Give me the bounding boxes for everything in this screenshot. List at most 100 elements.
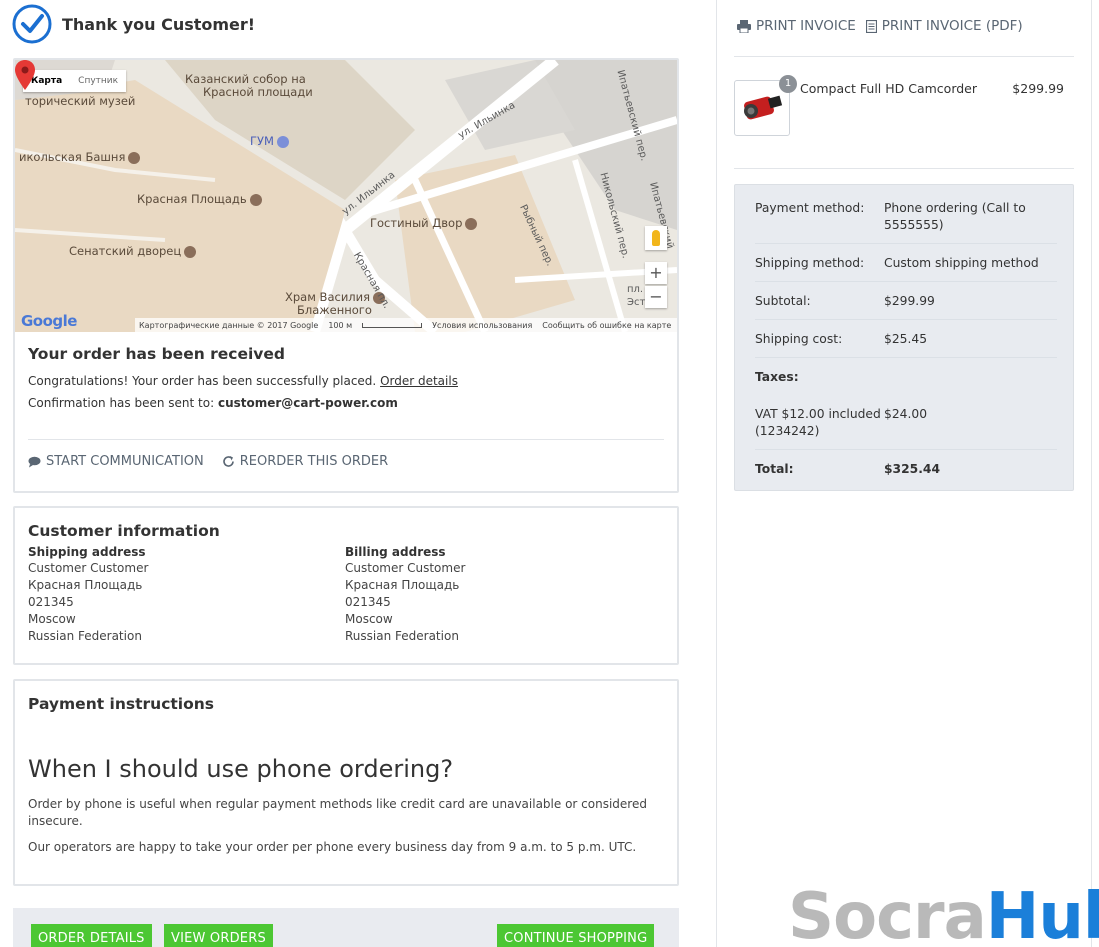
payment-paragraph-2: Our operators are happy to take your ord…: [28, 840, 637, 854]
summary-label: Subtotal:: [755, 294, 811, 308]
page-title: Thank you Customer!: [62, 14, 256, 34]
map-label-gum: ГУМ: [250, 134, 289, 148]
start-communication-button[interactable]: START COMMUNICATION: [28, 454, 204, 469]
billing-name: Customer Customer: [345, 561, 466, 575]
billing-address: Billing address Customer Customer Красна…: [345, 545, 662, 645]
billing-street: Красная Площадь: [345, 578, 460, 592]
divider: [755, 319, 1057, 320]
map-data-credit: Картографические данные © 2017 Google: [139, 320, 319, 330]
google-logo: Google: [21, 312, 77, 330]
summary-value: $25.45: [884, 332, 928, 346]
bottom-button-bar: ORDER DETAILS VIEW ORDERS CONTINUE SHOPP…: [13, 908, 679, 947]
payment-paragraph-1: Order by phone is useful when regular pa…: [28, 797, 647, 828]
summary-payment-row: Payment method: Phone ordering (Call to …: [755, 200, 1057, 234]
map-type-switch: Карта Спутник: [23, 70, 127, 92]
zoom-in-button[interactable]: +: [645, 262, 667, 284]
divider: [734, 56, 1074, 57]
map-pin-icon[interactable]: [15, 60, 35, 90]
map-type-satellite[interactable]: Спутник: [70, 70, 126, 92]
map-report-link[interactable]: Сообщить об ошибке на карте: [542, 321, 671, 330]
payment-title: Payment instructions: [28, 695, 215, 713]
order-details-link[interactable]: Order details: [380, 374, 458, 388]
order-received-title: Your order has been received: [28, 345, 286, 363]
summary-label: Payment method:: [755, 201, 865, 215]
thanks-header: Thank you Customer!: [12, 4, 255, 44]
order-details-button[interactable]: ORDER DETAILS: [31, 924, 152, 947]
map-terms-link[interactable]: Условия использования: [432, 321, 532, 330]
order-card: Карта Спутник Казанский собор на Красной…: [13, 58, 679, 493]
sidebar: PRINT INVOICE PRINT INVOICE (PDF) 1 Comp…: [716, 0, 1092, 947]
billing-address-title: Billing address: [345, 545, 446, 559]
street-view-icon[interactable]: [645, 226, 667, 250]
shipping-city: Moscow: [28, 612, 76, 626]
confirmation-email: customer@cart-power.com: [217, 396, 398, 410]
map-label-vasily: Храм Василия: [285, 290, 386, 304]
map[interactable]: Карта Спутник Казанский собор на Красной…: [15, 60, 677, 332]
payment-card: Payment instructions When I should use p…: [13, 679, 679, 886]
summary-total-value: $325.44: [884, 462, 941, 476]
shipping-address-title: Shipping address: [28, 545, 146, 559]
divider: [755, 449, 1057, 450]
product-price: $299.99: [1012, 81, 1064, 96]
landmark-icon: [249, 193, 262, 206]
summary-value: Custom shipping method: [884, 256, 1039, 270]
customer-title: Customer information: [28, 522, 220, 540]
summary-total-row: Total: $325.44: [755, 461, 1057, 478]
shipping-name: Customer Customer: [28, 561, 149, 575]
document-icon: [865, 19, 877, 33]
divider: [755, 243, 1057, 244]
shipping-address: Shipping address Customer Customer Красн…: [28, 545, 345, 645]
reorder-button[interactable]: REORDER THIS ORDER: [222, 454, 388, 469]
product-item: 1 Compact Full HD Camcorder $299.99: [734, 75, 1074, 136]
map-label-senate: Сенатский дворец: [69, 244, 197, 258]
print-invoice-pdf-button[interactable]: PRINT INVOICE (PDF): [865, 18, 1023, 34]
map-label-gostiny: Гостиный Двор: [370, 216, 478, 230]
chat-icon: [28, 456, 41, 467]
customer-card: Customer information Shipping address Cu…: [13, 506, 679, 665]
map-label-est: Эст: [627, 297, 646, 308]
congrats-text: Congratulations! Your order has been suc…: [28, 374, 458, 388]
summary-taxes-row: Taxes:: [755, 369, 1057, 386]
confirmation-text: Confirmation has been sent to: customer@…: [28, 396, 398, 410]
continue-shopping-button[interactable]: CONTINUE SHOPPING: [497, 924, 655, 947]
divider: [755, 281, 1057, 282]
quantity-badge: 1: [779, 75, 797, 93]
map-label-square: Красная Площадь: [137, 192, 262, 206]
payment-heading: When I should use phone ordering?: [28, 755, 454, 783]
main-column: Thank you Customer! Карта Спутник Казанс…: [0, 0, 690, 947]
map-label-kazan: Казанский собор на: [185, 72, 306, 86]
product-name[interactable]: Compact Full HD Camcorder: [800, 81, 977, 96]
order-actions: START COMMUNICATION REORDER THIS ORDER: [28, 454, 388, 469]
refresh-icon: [222, 456, 234, 467]
summary-value: Phone ordering (Call to 5555555): [884, 201, 1026, 232]
summary-label: VAT $12.00 included (1234242): [755, 407, 881, 438]
landmark-icon: [128, 151, 141, 164]
summary-label: Taxes:: [755, 370, 799, 384]
printer-icon: [737, 19, 751, 33]
summary-value: $299.99: [884, 294, 935, 308]
zoom-out-button[interactable]: −: [645, 286, 667, 308]
summary-label: Total:: [755, 462, 794, 476]
check-circle-icon: [12, 4, 52, 44]
landmark-icon: [465, 217, 478, 230]
summary-label: Shipping method:: [755, 256, 865, 270]
map-label-museum: торический музей: [25, 94, 136, 108]
summary-value: $24.00: [884, 407, 928, 421]
divider: [755, 357, 1057, 358]
summary-subtotal-row: Subtotal: $299.99: [755, 293, 1057, 310]
view-orders-button[interactable]: VIEW ORDERS: [164, 924, 273, 947]
watermark-logo: SocraHub: [788, 880, 1099, 947]
map-scale-bar: [362, 322, 423, 328]
shipping-zip: 021345: [28, 595, 74, 609]
summary-vat-row: VAT $12.00 included (1234242) $24.00: [755, 406, 1057, 440]
billing-zip: 021345: [345, 595, 391, 609]
map-label-tower: икольская Башня: [19, 150, 141, 164]
map-label-kazan-2: Красной площади: [203, 85, 313, 99]
shipping-country: Russian Federation: [28, 629, 142, 643]
map-scale: 100 м: [328, 320, 353, 330]
map-footer: Картографические данные © 2017 Google 10…: [135, 318, 677, 332]
order-summary: Payment method: Phone ordering (Call to …: [734, 184, 1074, 491]
map-label-vasily-2: Блаженного: [297, 303, 372, 317]
print-actions: PRINT INVOICE PRINT INVOICE (PDF): [737, 18, 1023, 34]
print-invoice-button[interactable]: PRINT INVOICE: [737, 18, 856, 34]
